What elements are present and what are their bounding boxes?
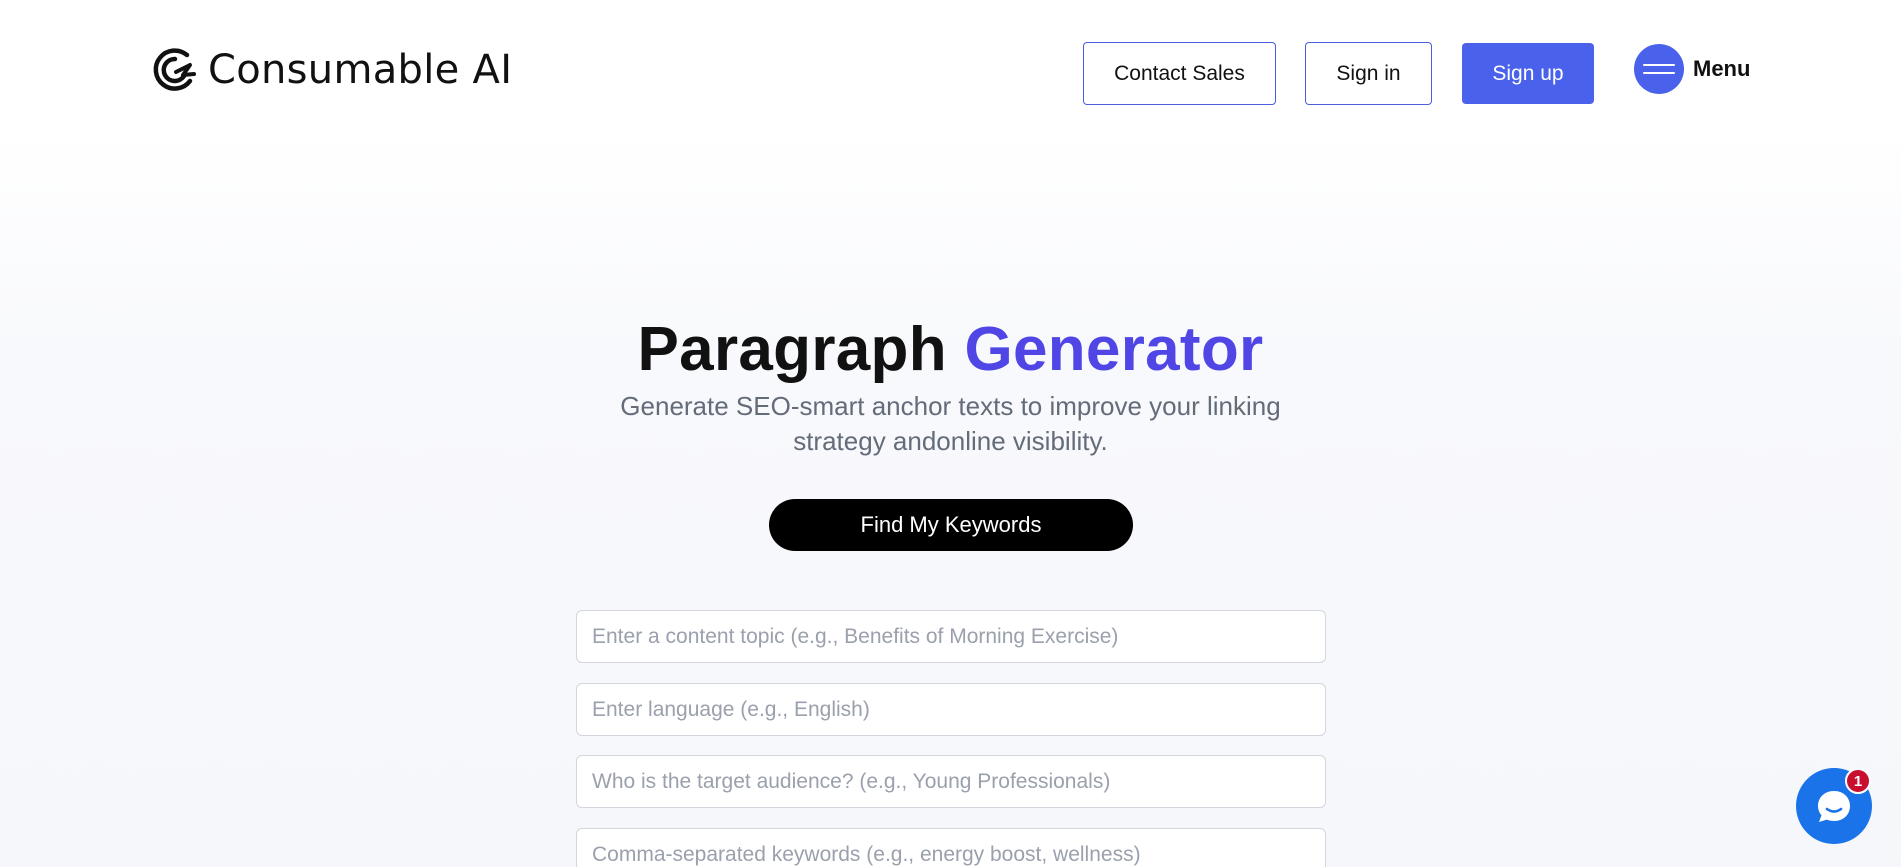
language-input[interactable] xyxy=(576,683,1326,736)
menu-label: Menu xyxy=(1693,56,1751,81)
site-header: Consumable AI Contact Sales Sign in Sign… xyxy=(0,0,1901,140)
chat-bubble-icon xyxy=(1818,791,1850,822)
contact-sales-button[interactable]: Contact Sales xyxy=(1083,42,1276,105)
chat-notification-badge: 1 xyxy=(1845,768,1871,794)
page-title-accent: Generator xyxy=(964,315,1264,384)
page-title: Paragraph Generator xyxy=(0,313,1901,387)
brand-logo[interactable]: Consumable AI xyxy=(150,44,512,96)
sign-in-button[interactable]: Sign in xyxy=(1305,42,1432,105)
brand-name: Consumable AI xyxy=(208,47,513,93)
target-audience-input[interactable] xyxy=(576,755,1326,808)
find-keywords-button[interactable]: Find My Keywords xyxy=(769,499,1133,551)
page-subtitle: Generate SEO-smart anchor texts to impro… xyxy=(620,391,1281,456)
consumable-logo-icon xyxy=(153,48,196,91)
hamburger-icon xyxy=(1634,44,1684,94)
keywords-input[interactable] xyxy=(576,828,1326,867)
page-title-main: Paragraph xyxy=(637,315,947,384)
sign-up-button[interactable]: Sign up xyxy=(1462,43,1594,104)
content-topic-input[interactable] xyxy=(576,610,1326,663)
menu-toggle[interactable]: Menu xyxy=(1634,44,1750,94)
